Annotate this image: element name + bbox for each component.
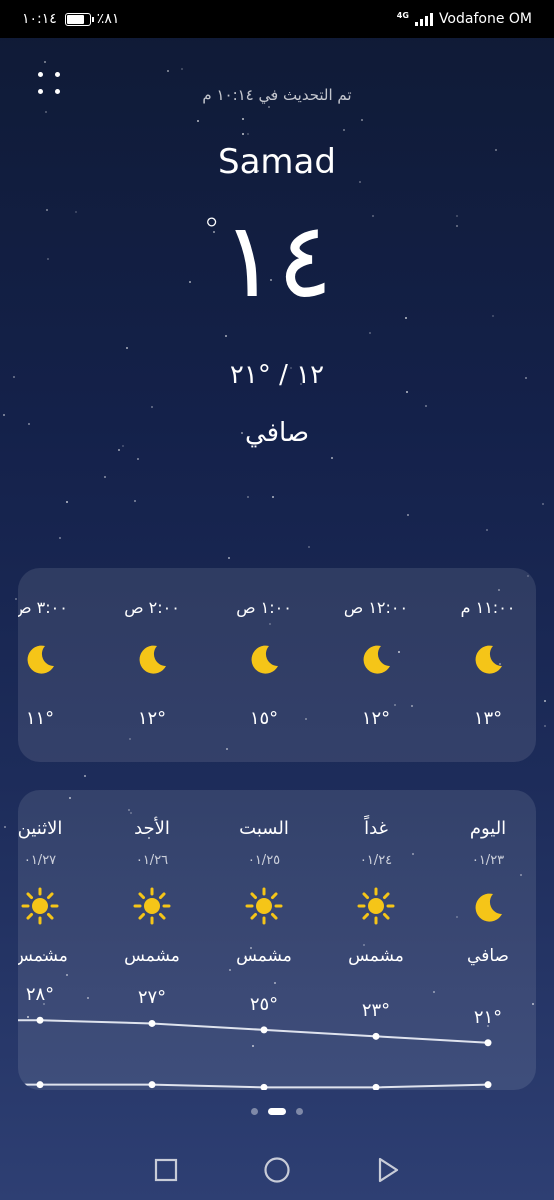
page-dot — [251, 1108, 258, 1115]
daily-item[interactable]: الأحد ٠١/٢٦ مشمس °٢٧ — [97, 790, 207, 1090]
hour-temp: °١٥ — [249, 708, 279, 729]
day-high-temp: °٢٣ — [361, 1000, 391, 1022]
signal-icon — [414, 12, 433, 26]
status-left: ١٠:١٤ ٪٨١ — [22, 11, 119, 27]
hour-time: ١:٠٠ ص — [236, 598, 292, 617]
hour-temp: °١٢ — [361, 708, 391, 729]
day-condition: مشمس — [18, 946, 68, 966]
day-date: ٠١/٢٥ — [247, 853, 281, 868]
hour-time: ٢:٠٠ ص — [124, 598, 180, 617]
day-name: السبت — [239, 818, 289, 839]
current-condition: صافي — [244, 418, 310, 448]
hourly-item[interactable]: ١:٠٠ ص °١٥ — [209, 568, 319, 762]
day-condition: صافي — [467, 946, 509, 966]
day-date: ٠١/٢٣ — [471, 853, 505, 868]
day-condition: مشمس — [124, 946, 180, 966]
status-bar: ١٠:١٤ ٪٨١ 4G Vodafone OM — [0, 0, 554, 38]
current-temp-value: ١٤ — [221, 199, 333, 321]
low-high-temp: ١٢ / °٢١ — [229, 360, 325, 390]
day-name: الأحد — [134, 818, 170, 839]
day-condition: مشمس — [348, 946, 404, 966]
hourly-item[interactable]: ١٢:٠٠ ص °١٢ — [321, 568, 431, 762]
daily-item[interactable]: السبت ٠١/٢٥ مشمس °٢٥ — [209, 790, 319, 1090]
hour-time: ٣:٠٠ ص — [18, 598, 68, 617]
day-high-temp: °٢١ — [473, 1006, 503, 1028]
moon-icon — [247, 642, 281, 676]
day-name: غداً — [364, 818, 388, 839]
hourly-columns: ١١:٠٠ م °١٣ ١٢:٠٠ ص °١٢ ١:٠٠ ص °١٥ ٢:٠٠ ص °١٢ ٣:… — [18, 568, 536, 762]
hourly-item[interactable]: ٣:٠٠ ص °١١ — [18, 568, 95, 762]
moon-icon — [135, 642, 169, 676]
carrier-name: Vodafone OM — [438, 11, 532, 27]
daily-columns: اليوم ٠١/٢٣ صافي °٢١ غداً ٠١/٢٤ مشمس °٢٣ السبت ٠١… — [18, 790, 536, 1090]
day-name: الاثنين — [18, 818, 63, 839]
daily-item[interactable]: غداً ٠١/٢٤ مشمس °٢٣ — [321, 790, 431, 1090]
page-dot — [296, 1108, 303, 1115]
day-name: اليوم — [469, 818, 507, 839]
hourly-forecast-card[interactable]: ١١:٠٠ م °١٣ ١٢:٠٠ ص °١٢ ١:٠٠ ص °١٥ ٢:٠٠ ص °١٢ ٣:… — [18, 568, 536, 762]
hour-temp: °١٢ — [137, 708, 167, 729]
moon-icon — [23, 642, 57, 676]
day-high-temp: °٢٧ — [137, 987, 167, 1009]
page-indicator — [0, 1108, 554, 1115]
current-temp: ° ١٤ — [203, 208, 333, 312]
sun-icon — [20, 886, 60, 926]
home-circle-icon[interactable] — [257, 1150, 297, 1190]
moon-icon — [471, 642, 505, 676]
city-name[interactable]: Samad — [0, 142, 554, 182]
hour-temp: °١٣ — [473, 708, 503, 729]
moon-icon — [359, 642, 393, 676]
battery-percent: ٪٨١ — [96, 11, 120, 27]
moon-icon — [471, 890, 505, 924]
day-date: ٠١/٢٦ — [135, 853, 169, 868]
navigation-bar — [0, 1140, 554, 1200]
degree-symbol: ° — [203, 211, 221, 251]
battery-fill — [66, 14, 84, 24]
sun-icon — [244, 886, 284, 926]
daily-item[interactable]: الاثنين ٠١/٢٧ مشمس °٢٨ — [18, 790, 95, 1090]
day-high-temp: °٢٥ — [249, 993, 279, 1015]
page-dot — [268, 1108, 286, 1115]
hour-time: ١٢:٠٠ ص — [343, 598, 409, 617]
status-time: ١٠:١٤ — [22, 11, 57, 27]
day-high-temp: °٢٨ — [25, 984, 55, 1006]
network-type: 4G — [396, 11, 409, 20]
last-updated: تم التحديث في ١٠:١٤ م — [202, 86, 352, 104]
hour-time: ١١:٠٠ م — [460, 598, 516, 617]
status-right: 4G Vodafone OM — [397, 11, 532, 27]
current-temp-wrap: ° ١٤ — [0, 208, 554, 312]
day-date: ٠١/٢٤ — [359, 853, 393, 868]
sun-icon — [132, 886, 172, 926]
hourly-item[interactable]: ٢:٠٠ ص °١٢ — [97, 568, 207, 762]
hour-temp: °١١ — [25, 708, 55, 729]
day-condition: مشمس — [236, 946, 292, 966]
back-triangle-icon[interactable] — [368, 1150, 408, 1190]
hourly-item[interactable]: ١١:٠٠ م °١٣ — [433, 568, 536, 762]
battery-icon — [64, 12, 94, 26]
sun-icon — [356, 886, 396, 926]
day-date: ٠١/٢٧ — [23, 853, 57, 868]
daily-forecast-card[interactable]: اليوم ٠١/٢٣ صافي °٢١ غداً ٠١/٢٤ مشمس °٢٣ السبت ٠١… — [18, 790, 536, 1090]
recents-square-icon[interactable] — [146, 1150, 186, 1190]
daily-item[interactable]: اليوم ٠١/٢٣ صافي °٢١ — [433, 790, 536, 1090]
